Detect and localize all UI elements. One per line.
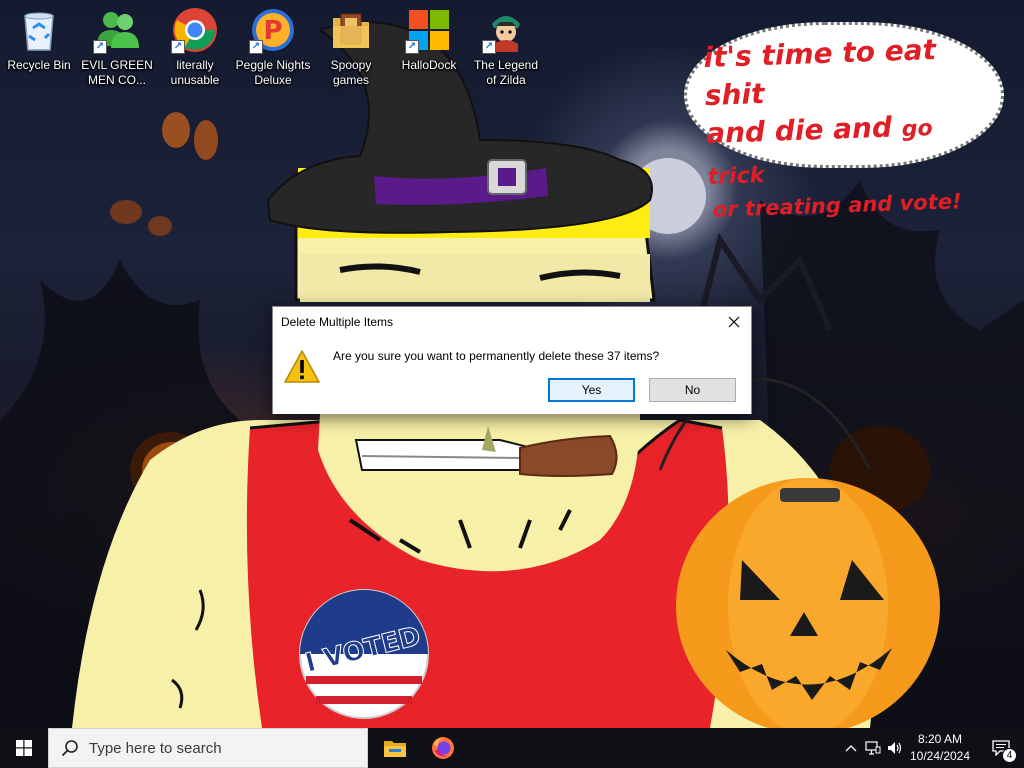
desktop-icon-literally-unusable[interactable]: ↗ literally unusable: [157, 2, 233, 94]
svg-text:P: P: [263, 16, 282, 46]
recycle-bin-icon: [24, 12, 54, 51]
yes-button[interactable]: Yes: [548, 378, 635, 402]
taskbar: Type here to search 8:20 AM 10/24/2024 4: [0, 728, 1024, 768]
desktop-icon-label: EVIL GREEN MEN CO...: [81, 58, 153, 87]
firefox-icon: [432, 737, 454, 759]
desktop-icon-label: literally unusable: [170, 58, 220, 87]
taskbar-search-box[interactable]: Type here to search: [48, 728, 368, 768]
warning-icon: [284, 350, 320, 383]
clock-time: 8:20 AM: [917, 732, 963, 746]
speech-line-1: it's time to eat shit: [702, 33, 937, 113]
desktop-icon-label: Spoopy games: [330, 58, 372, 87]
dialog-close-button[interactable]: [717, 307, 751, 337]
search-placeholder: Type here to search: [89, 739, 222, 757]
network-icon: [865, 741, 881, 755]
show-hidden-icons-button[interactable]: [840, 728, 862, 768]
dialog-message: Are you sure you want to permanently del…: [333, 349, 660, 363]
shortcut-arrow-icon: ↗: [405, 40, 419, 54]
taskbar-clock[interactable]: 8:20 AM 10/24/2024: [906, 731, 974, 765]
shortcut-arrow-icon: ↗: [171, 40, 185, 54]
close-icon: [728, 316, 740, 328]
start-button[interactable]: [0, 728, 48, 768]
desktop-icon-label: Recycle Bin: [7, 58, 71, 72]
volume-icon: [888, 742, 902, 754]
shortcut-arrow-icon: ↗: [249, 40, 263, 54]
desktop-icon-peggle-nights[interactable]: P ↗ Peggle Nights Deluxe: [235, 2, 311, 94]
desktop-icon-label: HalloDock: [401, 58, 457, 72]
file-explorer-icon: [384, 741, 406, 757]
speech-line-2-big: and die and: [705, 110, 893, 151]
shortcut-arrow-icon: ↗: [93, 40, 107, 54]
dialog-body: Are you sure you want to permanently del…: [273, 337, 751, 414]
shortcut-arrow-icon: ↗: [482, 40, 496, 54]
desktop-icon-hallodock[interactable]: ↗ HalloDock: [391, 2, 467, 94]
folder-icon: [333, 13, 369, 48]
notification-count-badge: 4: [1002, 748, 1017, 763]
dialog-title: Delete Multiple Items: [281, 315, 394, 329]
speech-line-2: and die and go trick: [706, 105, 999, 197]
action-center-button[interactable]: 4: [978, 728, 1024, 768]
clock-date: 10/24/2024: [909, 749, 971, 763]
chevron-up-icon: [845, 745, 857, 752]
desktop-icon-legend-of-zilda[interactable]: ↗ The Legend of Zilda: [468, 2, 544, 94]
i-voted-sticker: I VOTED: [299, 589, 429, 719]
desktop-icon-label: Peggle Nights Deluxe: [235, 58, 311, 87]
dialog-titlebar[interactable]: Delete Multiple Items: [273, 307, 751, 337]
windows-start-icon: [16, 740, 32, 756]
speech-bubble-text: it's time to eat shit and die and go tri…: [703, 29, 999, 223]
volume-button[interactable]: [884, 728, 906, 768]
search-icon: [61, 740, 78, 757]
taskbar-file-explorer[interactable]: [371, 728, 419, 768]
desktop-icon-recycle-bin[interactable]: Recycle Bin: [1, 2, 77, 94]
desktop-icon-spoopy-games[interactable]: Spoopy games: [313, 2, 389, 94]
desktop-icon-evil-green-men[interactable]: ↗ EVIL GREEN MEN CO...: [79, 2, 155, 94]
taskbar-firefox[interactable]: [419, 728, 467, 768]
network-button[interactable]: [862, 728, 884, 768]
no-button[interactable]: No: [649, 378, 736, 402]
delete-confirmation-dialog: Delete Multiple Items Are you sure you w…: [272, 306, 752, 414]
desktop-icon-label: The Legend of Zilda: [473, 58, 539, 87]
